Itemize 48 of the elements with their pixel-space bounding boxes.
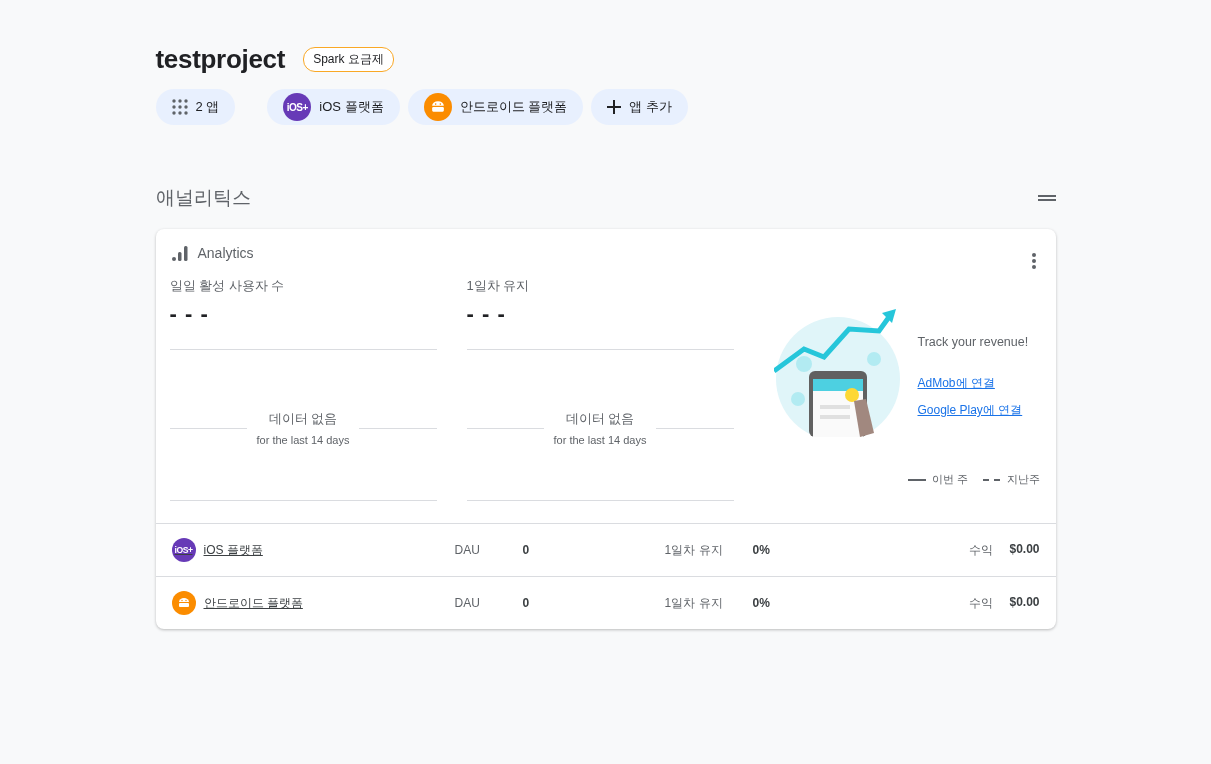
plan-badge[interactable]: Spark 요금제 [303,47,394,72]
period-text: for the last 14 days [256,434,350,446]
retention-label: 1일차 유지 [664,594,724,612]
revenue-value: $0.00 [1009,541,1040,558]
app-chip[interactable]: 2 앱 [155,89,236,125]
metric-label: 일일 활성 사용자 수 [169,277,286,295]
retention-value: 0% [752,543,771,557]
dau-value: 0 [522,543,531,557]
metric-value: - - - [169,301,210,327]
app-name[interactable]: iOS 플랫폼 [203,541,263,559]
connect-link[interactable]: AdMob에 연결 [917,375,1029,392]
retention-value: 0% [752,596,771,610]
dau-label: DAU [454,596,481,610]
retention-label: 1일차 유지 [664,541,724,559]
project-title: testproject [155,44,286,75]
apps-grid-icon [171,99,188,115]
revenue-value: $0.00 [1009,594,1040,611]
revenue-label: 수익 [969,594,994,612]
dashed-line-icon [982,478,1001,481]
legend-label: 이번 주 [932,472,969,487]
dau-value: 0 [522,596,531,610]
connect-link[interactable]: Google Play에 연결 [917,402,1029,419]
android-icon [423,93,452,121]
ios-logo-icon: iOS+ [283,93,312,121]
metric-value: - - - [466,301,507,327]
no-data-text: 데이터 없음 [565,410,635,428]
period-text: for the last 14 days [553,434,647,446]
app-link[interactable]: iOS+ iOS 플랫폼 [171,538,455,562]
promo-title: Track your revenue! [917,335,1029,349]
section-title: 애널리틱스 [155,186,251,210]
ios-logo-icon: iOS+ [171,538,196,562]
metric-label: 1일차 유지 [466,277,531,295]
plus-icon [607,100,622,114]
app-link[interactable]: 안드로이드 플랫폼 [171,591,455,615]
bar-chart-icon [171,245,188,261]
android-icon [171,591,196,615]
app-name[interactable]: 안드로이드 플랫폼 [203,594,303,612]
app-chip[interactable]: 안드로이드 플랫폼 [407,89,584,125]
drag-handle-icon[interactable] [1037,195,1056,201]
dau-label: DAU [454,543,481,557]
add-app-button[interactable]: 앱 추가 [591,89,688,125]
legend-label: 지난주 [1006,472,1040,487]
card-title: Analytics [197,245,254,261]
more-options-icon[interactable] [1031,253,1036,269]
no-data-text: 데이터 없음 [268,410,338,428]
solid-line-icon [908,478,927,481]
revenue-label: 수익 [969,541,994,559]
app-chip[interactable]: iOS+ iOS 플랫폼 [267,89,400,125]
